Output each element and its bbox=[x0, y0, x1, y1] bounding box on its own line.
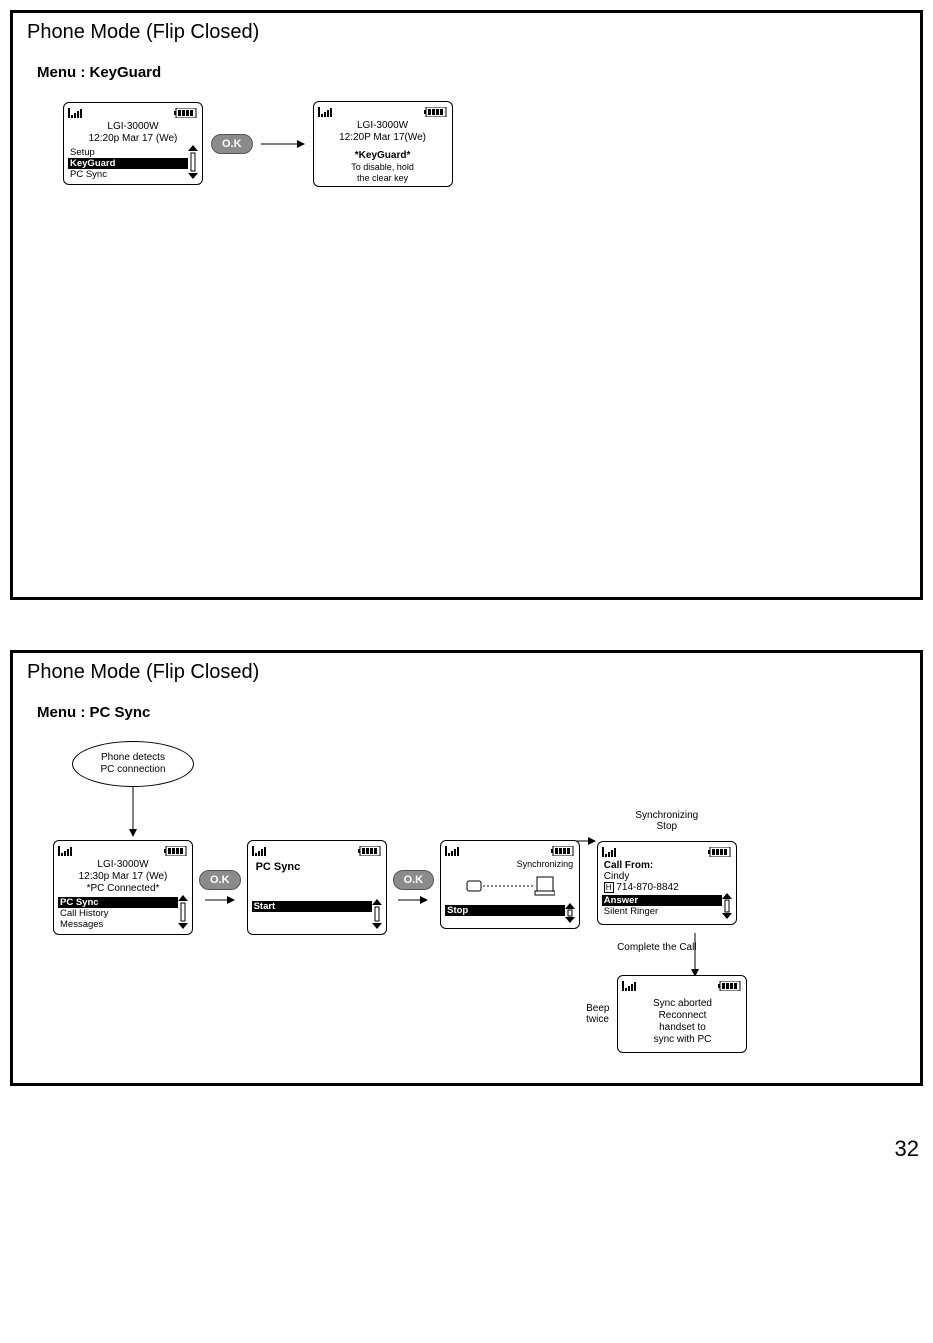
phone-screen-keyguard-active: LGI-3000W 12:20P Mar 17(We) *KeyGuard* T… bbox=[313, 101, 453, 187]
model-label: LGI-3000W bbox=[58, 859, 188, 871]
abort-line4: sync with PC bbox=[622, 1034, 742, 1046]
scroll-indicator[interactable] bbox=[188, 145, 198, 182]
phone-screen-keyguard-menu: LGI-3000W 12:20p Mar 17 (We) Setup KeyGu… bbox=[63, 102, 203, 185]
menu-item-callhistory[interactable]: Call History bbox=[58, 908, 178, 919]
menu-item-pcsync[interactable]: PC Sync bbox=[58, 897, 178, 908]
phone-screen-incoming-call: Call From: Cindy H 714-870-8842 Answer S… bbox=[597, 841, 737, 925]
signal-icon bbox=[445, 846, 461, 856]
datetime-label: 12:30p Mar 17 (We) bbox=[58, 871, 188, 883]
sync-stop-label1: Synchronizing bbox=[635, 810, 698, 821]
battery-icon bbox=[551, 846, 575, 856]
datetime-label: 12:20P Mar 17(We) bbox=[318, 132, 448, 144]
sync-stop-label2: Stop bbox=[657, 821, 678, 832]
arrow-right-icon bbox=[576, 836, 596, 849]
action-answer[interactable]: Answer bbox=[602, 895, 722, 906]
sync-animation-icon bbox=[445, 875, 575, 897]
scroll-indicator[interactable] bbox=[722, 893, 732, 922]
action-start[interactable]: Start bbox=[252, 901, 372, 912]
battery-icon bbox=[174, 108, 198, 118]
battery-icon bbox=[708, 847, 732, 857]
complete-call-label: Complete the Call bbox=[617, 942, 696, 953]
pc-connected-label: *PC Connected* bbox=[58, 883, 188, 895]
phone-screen-pcsync-menu: LGI-3000W 12:30p Mar 17 (We) *PC Connect… bbox=[53, 840, 193, 935]
battery-icon bbox=[164, 846, 188, 856]
menu-item-pcsync[interactable]: PC Sync bbox=[68, 169, 188, 180]
panel-title: Phone Mode (Flip Closed) bbox=[27, 661, 910, 684]
model-label: LGI-3000W bbox=[318, 120, 448, 132]
signal-icon bbox=[602, 847, 618, 857]
caller-name: Cindy bbox=[602, 871, 732, 882]
signal-icon bbox=[622, 981, 638, 991]
abort-line3: handset to bbox=[622, 1022, 742, 1034]
abort-line1: Sync aborted bbox=[622, 998, 742, 1010]
action-stop[interactable]: Stop bbox=[445, 905, 565, 916]
menu-heading-keyguard: Menu : KeyGuard bbox=[37, 64, 910, 81]
keyguard-status-line2: the clear key bbox=[318, 173, 448, 184]
phone-screen-synchronizing: Synchronizing Stop bbox=[440, 840, 580, 929]
sync-status: Synchronizing bbox=[445, 859, 575, 869]
menu-heading-pcsync: Menu : PC Sync bbox=[37, 704, 910, 721]
menu-item-setup[interactable]: Setup bbox=[68, 147, 188, 158]
arrow-right-icon bbox=[261, 138, 305, 150]
ok-button[interactable]: O.K bbox=[211, 134, 253, 154]
menu-item-messages[interactable]: Messages bbox=[58, 919, 178, 930]
arrow-right-icon bbox=[398, 890, 428, 909]
arrow-right-icon bbox=[205, 890, 235, 909]
scroll-indicator[interactable] bbox=[178, 895, 188, 932]
beep-label-1: Beep bbox=[586, 1003, 609, 1014]
page-number: 32 bbox=[10, 1136, 923, 1162]
keyguard-status-title: *KeyGuard* bbox=[318, 150, 448, 162]
signal-icon bbox=[252, 846, 268, 856]
arrow-down-icon bbox=[127, 787, 139, 840]
scroll-indicator[interactable] bbox=[372, 899, 382, 932]
panel-title: Phone Mode (Flip Closed) bbox=[27, 21, 910, 44]
signal-icon bbox=[58, 846, 74, 856]
panel-pcsync: Phone Mode (Flip Closed) Menu : PC Sync … bbox=[10, 650, 923, 1086]
action-silent-ringer[interactable]: Silent Ringer bbox=[602, 906, 722, 917]
menu-item-keyguard[interactable]: KeyGuard bbox=[68, 158, 188, 169]
datetime-label: 12:20p Mar 17 (We) bbox=[68, 133, 198, 145]
signal-icon bbox=[68, 108, 84, 118]
model-label: LGI-3000W bbox=[68, 121, 198, 133]
caller-number: 714-870-8842 bbox=[616, 882, 678, 893]
ok-button[interactable]: O.K bbox=[393, 870, 435, 890]
event-line1: Phone detects bbox=[101, 752, 165, 763]
panel-keyguard: Phone Mode (Flip Closed) Menu : KeyGuard… bbox=[10, 10, 923, 600]
event-bubble-pc-detect: Phone detects PC connection bbox=[72, 741, 194, 787]
flow-row-keyguard: LGI-3000W 12:20p Mar 17 (We) Setup KeyGu… bbox=[23, 101, 910, 187]
event-line2: PC connection bbox=[100, 764, 165, 775]
ok-button[interactable]: O.K bbox=[199, 870, 241, 890]
keyguard-status-line1: To disable, hold bbox=[318, 162, 448, 173]
battery-icon bbox=[424, 107, 448, 117]
pcsync-title: PC Sync bbox=[252, 859, 382, 875]
call-from-title: Call From: bbox=[602, 860, 732, 871]
beep-label-2: twice bbox=[586, 1014, 609, 1025]
signal-icon bbox=[318, 107, 334, 117]
caller-type-icon: H bbox=[604, 882, 614, 893]
scroll-indicator[interactable] bbox=[565, 903, 575, 926]
arrow-down-icon bbox=[690, 933, 700, 980]
abort-line2: Reconnect bbox=[622, 1010, 742, 1022]
phone-screen-sync-aborted: Sync aborted Reconnect handset to sync w… bbox=[617, 975, 747, 1053]
battery-icon bbox=[718, 981, 742, 991]
phone-screen-pcsync-start: PC Sync Start bbox=[247, 840, 387, 935]
battery-icon bbox=[358, 846, 382, 856]
